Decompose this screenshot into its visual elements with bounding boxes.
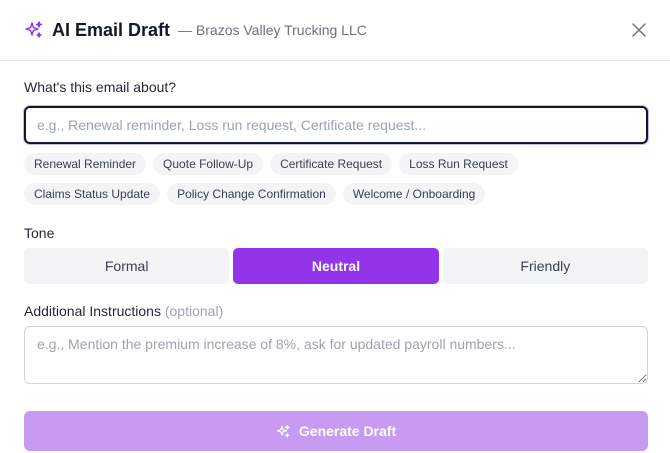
chip-welcome-onboarding[interactable]: Welcome / Onboarding [342, 183, 486, 205]
generate-draft-button[interactable]: Generate Draft [24, 411, 648, 451]
tone-selector: Formal Neutral Friendly [24, 248, 648, 284]
chip-loss-run-request[interactable]: Loss Run Request [399, 153, 518, 175]
sparkle-icon [24, 20, 44, 40]
instructions-label-text: Additional Instructions [24, 303, 161, 319]
close-icon[interactable] [630, 21, 648, 39]
subject-input[interactable] [24, 106, 648, 144]
optional-tag: (optional) [164, 303, 224, 319]
tone-label: Tone [24, 225, 55, 241]
sparkle-icon [276, 424, 291, 439]
chip-quote-follow-up[interactable]: Quote Follow-Up [153, 153, 264, 175]
dialog-body: What's this email about? Renewal Reminde… [0, 61, 670, 451]
dialog-title: AI Email Draft [52, 19, 171, 40]
chip-policy-change-confirmation[interactable]: Policy Change Confirmation [167, 183, 336, 205]
generate-draft-label: Generate Draft [298, 423, 397, 439]
tone-neutral[interactable]: Neutral [233, 248, 439, 284]
tone-formal[interactable]: Formal [24, 248, 230, 284]
chip-renewal-reminder[interactable]: Renewal Reminder [24, 153, 147, 175]
instructions-label: Additional Instructions (optional) [24, 303, 648, 319]
suggestion-chips: Renewal Reminder Quote Follow-Up Certifi… [24, 153, 648, 205]
chip-claims-status-update[interactable]: Claims Status Update [24, 183, 161, 205]
subject-label: What's this email about? [24, 79, 177, 95]
dialog-subtitle: — Brazos Valley Trucking LLC [178, 22, 367, 38]
chip-certificate-request[interactable]: Certificate Request [270, 153, 393, 175]
dialog-header: AI Email Draft — Brazos Valley Trucking … [0, 0, 670, 61]
email-draft-dialog: AI Email Draft — Brazos Valley Trucking … [0, 0, 670, 453]
tone-friendly[interactable]: Friendly [442, 248, 648, 284]
instructions-textarea[interactable] [24, 326, 648, 384]
